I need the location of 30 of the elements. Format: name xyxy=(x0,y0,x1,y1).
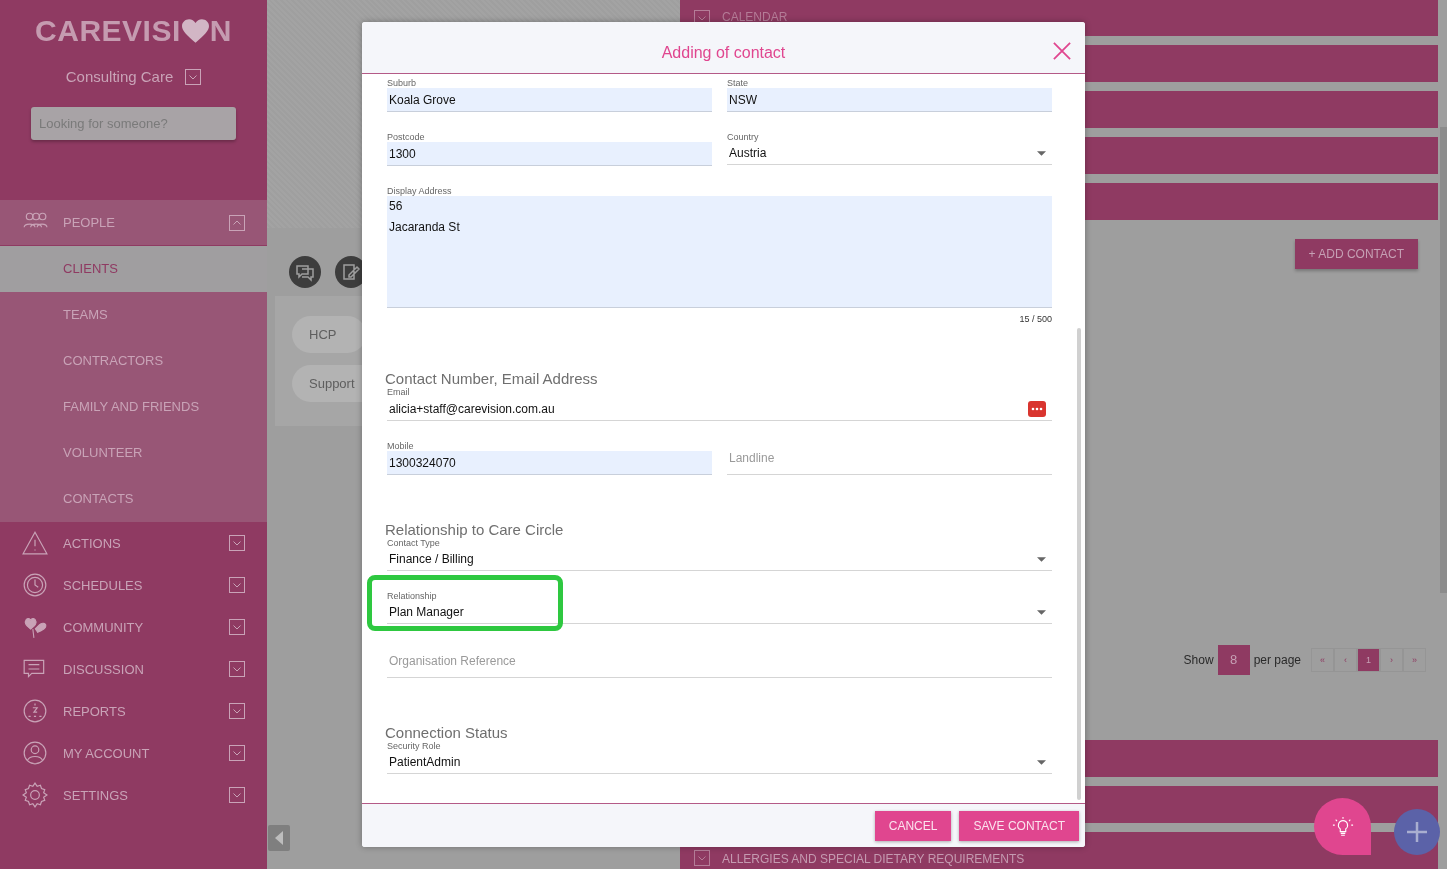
nav-label: ACTIONS xyxy=(63,535,122,551)
field-label: Display Address xyxy=(387,186,453,196)
pager-label: Show xyxy=(1183,653,1214,667)
section-heading: Relationship to Care Circle xyxy=(385,521,565,538)
logo-text: N xyxy=(209,14,232,48)
field-label: Country xyxy=(727,132,760,142)
nav-label: SCHEDULES xyxy=(63,577,144,593)
field-label: State xyxy=(727,78,749,88)
section-heading: Contact Number, Email Address xyxy=(385,370,599,387)
nav-label: DISCUSSION xyxy=(63,661,145,677)
field-label: Security Role xyxy=(387,741,442,751)
nav-label: COMMUNITY xyxy=(63,619,145,635)
nav-label: REPORTS xyxy=(63,703,127,719)
section-title: ALLERGIES AND SPECIAL DIETARY REQUIREMENTS xyxy=(722,852,1025,866)
pager-label: per page xyxy=(1253,653,1301,667)
section-heading: Connection Status xyxy=(385,724,509,741)
field-label: Postcode xyxy=(387,132,426,142)
character-counter: 15 / 500 xyxy=(1019,314,1052,324)
field-label: Mobile xyxy=(387,441,415,451)
field-label: Contact Type xyxy=(387,538,441,548)
nav-label: SETTINGS xyxy=(63,787,129,803)
logo-text: CAREVISI xyxy=(35,14,181,48)
section-title: CALENDAR xyxy=(722,10,788,24)
nav-label: MY ACCOUNT xyxy=(63,745,151,761)
dialog-title: Adding of contact xyxy=(661,43,786,62)
field-label: Relationship xyxy=(387,591,438,601)
field-label: Email xyxy=(387,387,411,397)
nav-label: PEOPLE xyxy=(63,215,117,230)
field-label: Suburb xyxy=(387,78,418,88)
organisation-name: Consulting Care xyxy=(65,68,174,85)
